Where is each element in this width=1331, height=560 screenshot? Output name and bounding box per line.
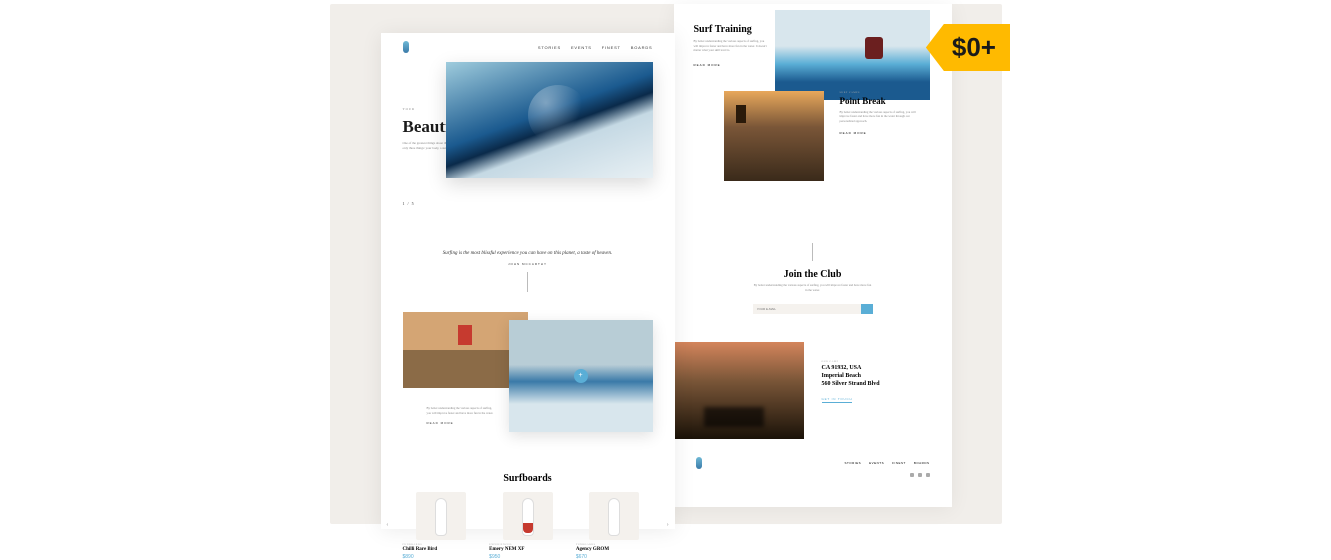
join-club-title: Join the Club	[674, 269, 952, 280]
divider-icon	[527, 272, 528, 292]
point-break-title: Point Break	[840, 96, 932, 106]
surfboard-image	[416, 492, 466, 540]
nav-link-stories[interactable]: STORIES	[538, 45, 561, 50]
carousel-prev-icon[interactable]: ‹	[387, 522, 389, 528]
instagram-icon[interactable]	[926, 473, 930, 477]
logo-icon	[696, 457, 702, 469]
footer-link-events[interactable]: EVENTS	[869, 461, 884, 465]
board-price: $890	[403, 554, 480, 560]
footer-link-finest[interactable]: FINEST	[892, 461, 906, 465]
email-submit-button[interactable]	[861, 304, 873, 314]
contact-address-line: CA 91932, USA	[822, 365, 880, 371]
quote-section: Surfing is the most blissful experience …	[381, 206, 675, 308]
join-club-text: By better understanding the various aspe…	[753, 283, 873, 292]
nav-link-boards[interactable]: BOARDS	[631, 45, 653, 50]
surfboard-image	[503, 492, 553, 540]
point-break-readmore-link[interactable]: READ MORE	[840, 131, 932, 135]
quote-author: JOHN MCCARTHY	[421, 262, 635, 266]
surf-training-section: Surf Training By better understanding th…	[674, 4, 952, 67]
play-button[interactable]	[574, 369, 588, 383]
feature-section: By better understanding the various aspe…	[381, 312, 675, 426]
contact-image	[674, 342, 804, 439]
footer-link-boards[interactable]: BOARDS	[914, 461, 930, 465]
logo-icon	[403, 41, 409, 53]
board-price: $670	[576, 554, 653, 560]
board-category: FUNBOARDS	[576, 543, 653, 546]
hero-slide-indicator[interactable]: 1 / 5	[403, 201, 653, 206]
template-page-right: Surf Training By better understanding th…	[674, 4, 952, 507]
divider-icon	[812, 243, 813, 261]
contact-section: OUR CAMP CA 91932, USA Imperial Beach 56…	[674, 342, 952, 439]
top-nav: STORIES EVENTS FINEST BOARDS	[381, 33, 675, 61]
price-tag: $0+	[926, 24, 1010, 71]
board-name: Emery NEM XF	[489, 547, 566, 552]
surfboard-image	[589, 492, 639, 540]
contact-address-line: 560 Silver Strand Blvd	[822, 381, 880, 387]
point-break-image	[724, 91, 824, 181]
board-category: FUNBOARDS	[403, 543, 480, 546]
board-card[interactable]: FUNBOARDS Agency GROM $670	[576, 492, 653, 560]
board-card[interactable]: EXPERIENCED Emery NEM XF $950	[489, 492, 566, 560]
get-in-touch-button[interactable]: GET IN TOUCH	[822, 397, 853, 403]
template-page-left: STORIES EVENTS FINEST BOARDS YOUR Beauti…	[381, 33, 675, 529]
nav-link-events[interactable]: EVENTS	[571, 45, 592, 50]
surfboards-carousel: ‹ FUNBOARDS Chilli Rare Bird $890 EXPERI…	[381, 492, 675, 560]
footer-link-stories[interactable]: STORIES	[845, 461, 862, 465]
surfboards-heading: Surfboards	[381, 473, 675, 484]
board-category: EXPERIENCED	[489, 543, 566, 546]
contact-eyebrow: OUR CAMP	[822, 360, 880, 363]
carousel-next-icon[interactable]: ›	[667, 522, 669, 528]
quote-text: Surfing is the most blissful experience …	[421, 250, 635, 258]
point-break-text: By better understanding the various aspe…	[840, 110, 920, 124]
feature-image-wave	[509, 320, 653, 432]
board-name: Chilli Rare Bird	[403, 547, 480, 552]
hero-image	[446, 62, 653, 178]
board-price: $950	[489, 554, 566, 560]
hero-section: YOUR Beautiful Escape One of the greates…	[381, 107, 675, 206]
board-name: Agency GROM	[576, 547, 653, 552]
email-input[interactable]	[753, 304, 861, 314]
contact-address-line: Imperial Beach	[822, 373, 880, 379]
footer: STORIES EVENTS FINEST BOARDS	[674, 439, 952, 477]
point-break-eyebrow: SURF CAMPS	[840, 91, 932, 94]
point-break-section: SURF CAMPS Point Break By better underst…	[674, 67, 952, 136]
twitter-icon[interactable]	[918, 473, 922, 477]
facebook-icon[interactable]	[910, 473, 914, 477]
surf-training-text: By better understanding the various aspe…	[694, 39, 770, 53]
nav-link-finest[interactable]: FINEST	[602, 45, 621, 50]
social-icons	[674, 473, 952, 477]
feature-text: By better understanding the various aspe…	[427, 406, 497, 416]
board-card[interactable]: FUNBOARDS Chilli Rare Bird $890	[403, 492, 480, 560]
